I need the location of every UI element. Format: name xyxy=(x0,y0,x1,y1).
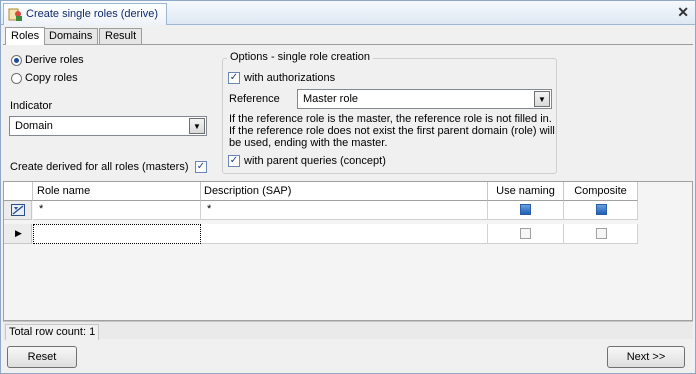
column-header-role-name[interactable]: Role name xyxy=(33,182,201,201)
with-authorizations-label: with authorizations xyxy=(244,72,336,84)
create-derived-label: Create derived for all roles (masters) xyxy=(10,161,189,173)
dialog-window: Create single roles (derive) ✕ Roles Dom… xyxy=(0,0,696,374)
indicator-label: Indicator xyxy=(10,100,53,112)
close-icon[interactable]: ✕ xyxy=(677,4,689,21)
indicator-value: Domain xyxy=(15,120,53,132)
reference-info-text: If the reference role is the master, the… xyxy=(229,113,555,149)
indicator-select[interactable]: Domain ▼ xyxy=(9,116,207,136)
with-parent-queries-label: with parent queries (concept) xyxy=(244,155,386,167)
reference-value: Master role xyxy=(303,93,359,105)
table-cell-role-name[interactable] xyxy=(33,224,201,244)
column-header-use-naming[interactable]: Use naming xyxy=(488,182,564,201)
tab-roles[interactable]: Roles xyxy=(5,27,46,45)
composite-checkbox[interactable] xyxy=(596,228,607,239)
reset-button[interactable]: Reset xyxy=(7,346,77,368)
filter-role-name[interactable]: * xyxy=(33,201,201,220)
with-authorizations-checkbox[interactable]: ✓ xyxy=(228,72,240,84)
filter-composite-checkbox[interactable] xyxy=(596,204,607,215)
total-row-count: Total row count: 1 xyxy=(5,324,100,340)
reference-label: Reference xyxy=(229,93,280,105)
window-title: Create single roles (derive) xyxy=(26,8,159,20)
filter-use-naming-cell xyxy=(488,201,564,220)
table-cell-description[interactable] xyxy=(201,224,488,244)
with-parent-queries-checkbox[interactable]: ✓ xyxy=(228,155,240,167)
next-button[interactable]: Next >> xyxy=(607,346,685,368)
roles-grid: Role name Description (SAP) Use naming C… xyxy=(3,181,693,321)
tab-result[interactable]: Result xyxy=(99,28,143,45)
chevron-down-icon[interactable]: ▼ xyxy=(534,91,550,107)
grid-status-bar: Total row count: 1 xyxy=(3,321,693,340)
copy-roles-radio[interactable] xyxy=(11,73,22,84)
row-header[interactable]: ▶ xyxy=(4,224,32,244)
filter-row-header xyxy=(4,201,32,220)
reference-select[interactable]: Master role ▼ xyxy=(297,89,552,109)
table-cell-use-naming xyxy=(488,224,564,244)
document-tab[interactable]: Create single roles (derive) xyxy=(3,3,168,25)
copy-roles-label[interactable]: Copy roles xyxy=(25,72,78,84)
use-naming-checkbox[interactable] xyxy=(520,228,531,239)
derive-roles-label[interactable]: Derive roles xyxy=(25,54,84,66)
roles-app-icon xyxy=(8,8,22,21)
filter-composite-cell xyxy=(564,201,638,220)
tab-domains[interactable]: Domains xyxy=(43,28,99,45)
derive-roles-radio[interactable] xyxy=(11,55,22,66)
table-cell-composite xyxy=(564,224,638,244)
column-header-composite[interactable]: Composite xyxy=(564,182,638,201)
grid-corner-header xyxy=(4,182,33,201)
chevron-down-icon[interactable]: ▼ xyxy=(189,118,205,134)
current-row-arrow-icon: ▶ xyxy=(15,228,22,238)
filter-clear-icon[interactable] xyxy=(11,204,25,216)
filter-description[interactable]: * xyxy=(201,201,488,220)
create-derived-checkbox[interactable]: ✓ xyxy=(195,161,207,173)
options-group-title: Options - single role creation xyxy=(227,51,374,63)
filter-use-naming-checkbox[interactable] xyxy=(520,204,531,215)
column-header-description[interactable]: Description (SAP) xyxy=(201,182,488,201)
title-bar: Create single roles (derive) ✕ xyxy=(1,1,695,25)
